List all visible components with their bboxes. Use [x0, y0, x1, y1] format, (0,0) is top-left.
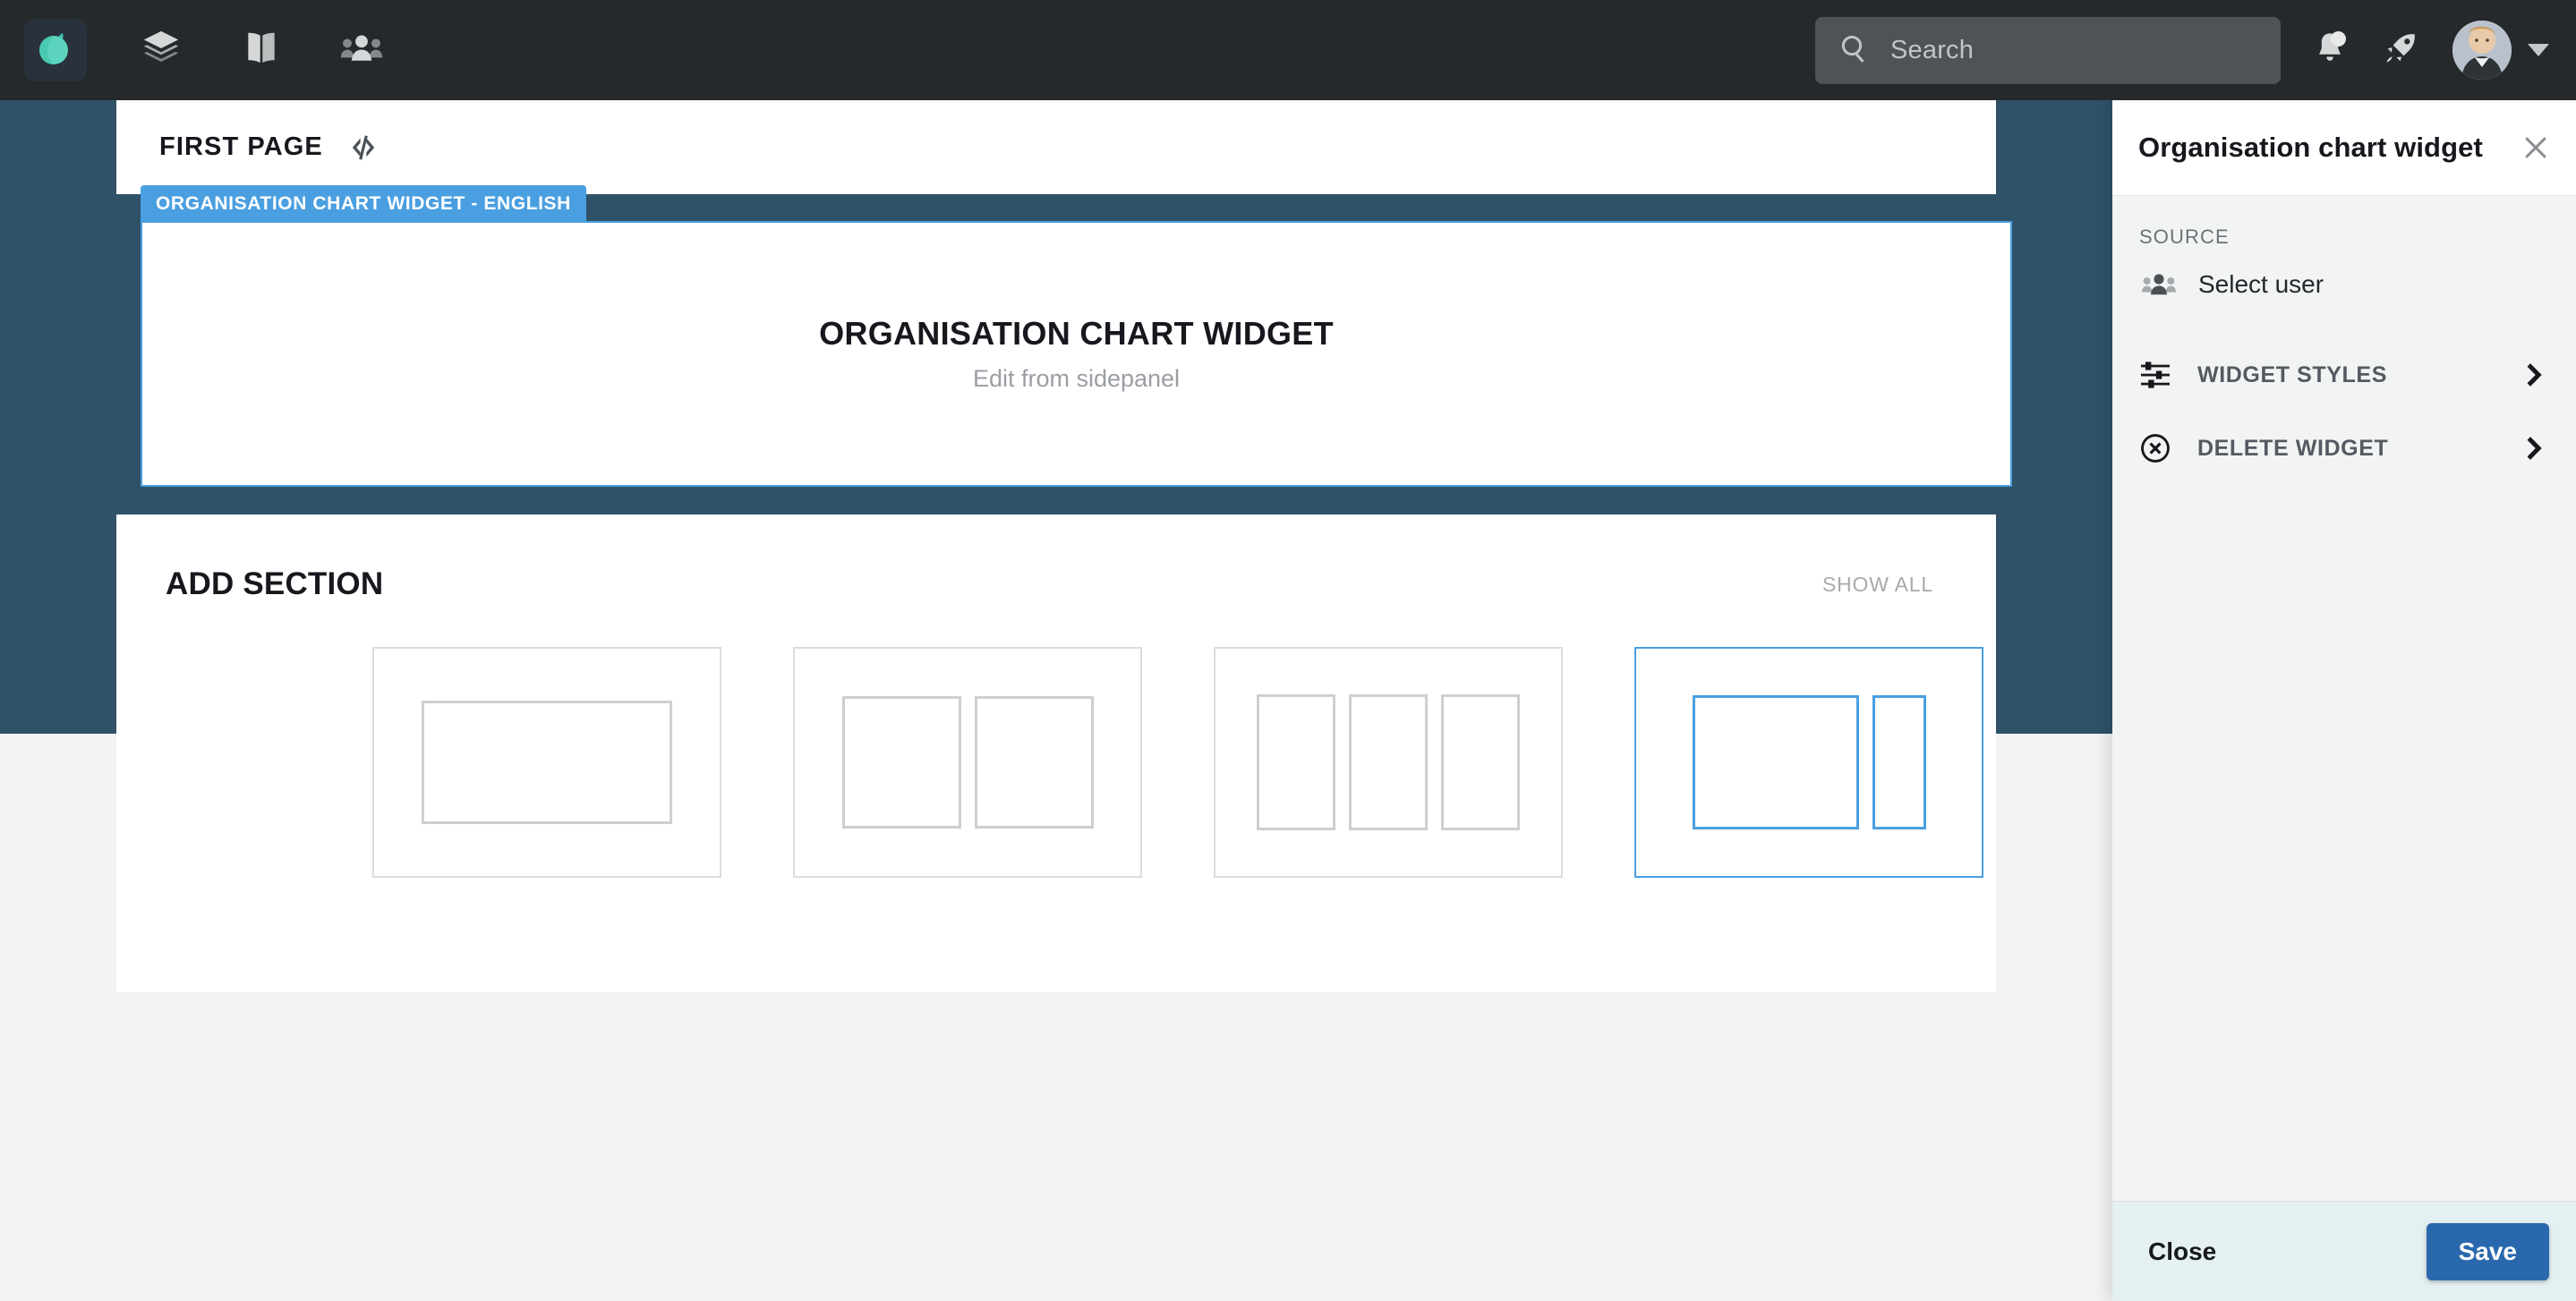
close-icon[interactable] [2521, 132, 2551, 163]
leaf-logo-icon [36, 29, 75, 72]
layout-two-columns[interactable] [793, 647, 1142, 878]
search-placeholder: Search [1890, 35, 1975, 64]
circle-x-icon [2139, 432, 2180, 464]
people-icon [340, 30, 383, 71]
widget-body: ORGANISATION CHART WIDGET Edit from side… [142, 223, 2010, 485]
close-button[interactable]: Close [2148, 1237, 2216, 1266]
layout-block [1257, 694, 1335, 830]
code-icon[interactable] [348, 132, 379, 163]
sidebar-item-layers[interactable] [126, 19, 196, 81]
sidebar-item-book[interactable] [226, 19, 296, 81]
widget-label-badge: ORGANISATION CHART WIDGET - ENGLISH [141, 185, 586, 222]
source-section-label: SOURCE [2139, 225, 2230, 248]
sidepanel-item-widget-styles[interactable]: WIDGET STYLES [2112, 338, 2576, 412]
avatar[interactable] [2452, 21, 2512, 80]
sidepanel-body: SOURCE Select user WIDGET STYLES DELETE … [2112, 196, 2576, 1201]
widget-sidepanel: Organisation chart widget SOURCE Select … [2112, 100, 2576, 1301]
layout-block [1872, 695, 1926, 829]
notification-badge [2331, 30, 2346, 47]
organisation-chart-widget-card[interactable]: ORGANISATION CHART WIDGET - ENGLISH ORGA… [141, 185, 2012, 487]
layers-icon [141, 28, 182, 73]
delete-widget-label: DELETE WIDGET [2197, 435, 2389, 461]
layout-block [1692, 695, 1859, 829]
rocket-icon [2383, 30, 2418, 71]
add-section-panel: ADD SECTION SHOW ALL [116, 514, 1996, 992]
layout-block [422, 701, 672, 824]
launch-button[interactable] [2383, 30, 2418, 71]
sidebar-item-people[interactable] [327, 19, 397, 81]
chevron-right-icon [2524, 361, 2547, 388]
layout-block [1441, 694, 1520, 830]
layout-block [1349, 694, 1428, 830]
people-icon [2141, 271, 2179, 298]
layout-template-list [116, 602, 1996, 878]
layout-block [974, 696, 1094, 829]
sliders-icon [2139, 361, 2180, 389]
page-header-bar: FIRST PAGE [116, 100, 1996, 194]
notifications-button[interactable] [2313, 30, 2347, 71]
add-section-title: ADD SECTION [166, 566, 384, 601]
app-logo[interactable] [24, 19, 87, 81]
widget-styles-label: WIDGET STYLES [2197, 361, 2387, 387]
show-all-link[interactable]: SHOW ALL [1822, 573, 1933, 597]
select-user-label: Select user [2198, 270, 2324, 298]
layout-block [841, 696, 961, 829]
sidepanel-header: Organisation chart widget [2112, 100, 2576, 196]
sidepanel-item-delete-widget[interactable]: DELETE WIDGET [2112, 412, 2576, 485]
save-button[interactable]: Save [2426, 1222, 2549, 1280]
layout-wide-narrow[interactable] [1634, 647, 1983, 878]
search-icon [1838, 32, 1871, 69]
select-user-row[interactable]: Select user [2112, 249, 2576, 299]
layout-one-column[interactable] [372, 647, 721, 878]
sidepanel-footer: Close Save [2112, 1201, 2576, 1301]
top-navbar: Search [0, 0, 2576, 100]
page-title: FIRST PAGE [159, 132, 323, 161]
layout-three-columns[interactable] [1214, 647, 1563, 878]
widget-heading: ORGANISATION CHART WIDGET [819, 315, 1334, 352]
search-input[interactable]: Search [1815, 16, 2281, 84]
book-icon [242, 29, 281, 72]
caret-down-icon[interactable] [2528, 44, 2549, 56]
widget-subtext: Edit from sidepanel [972, 365, 1181, 392]
add-section-header: ADD SECTION SHOW ALL [116, 514, 1996, 602]
chevron-right-icon [2524, 435, 2547, 462]
navbar-right-group: Search [1815, 16, 2576, 84]
sidepanel-title: Organisation chart widget [2138, 132, 2483, 163]
